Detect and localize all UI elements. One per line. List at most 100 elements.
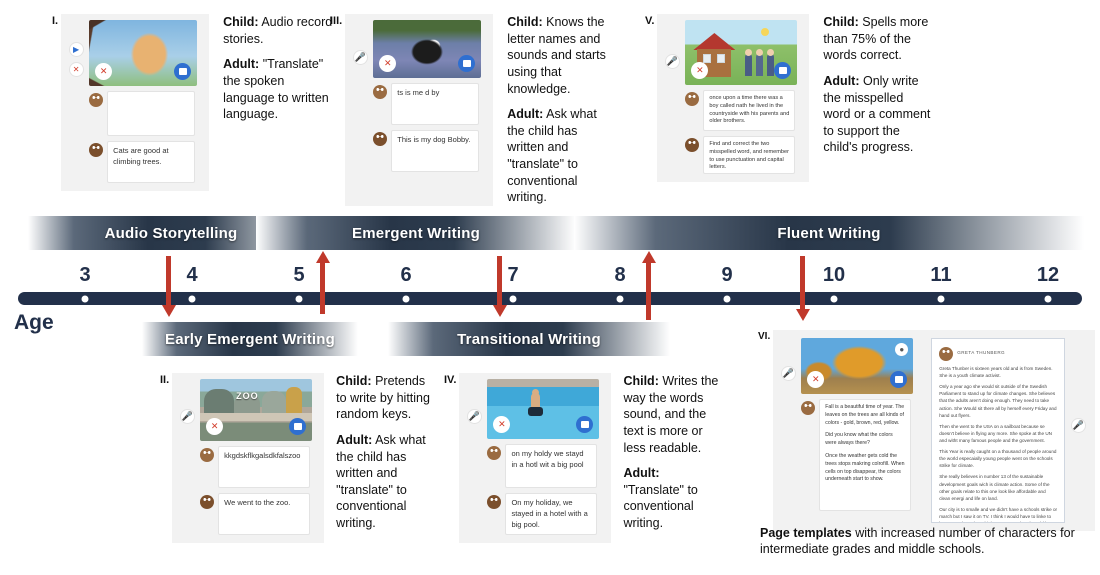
close-icon[interactable]: ✕ — [68, 62, 84, 77]
panel-1-roman: I. — [52, 15, 59, 27]
panel-2-side-rail: 🎤 — [178, 379, 196, 535]
panel-1: I. ▶ ✕ ✕ Cats are good at climbing trees… — [52, 14, 352, 191]
panel-5-app-screenshot: 🎤 ✕ once upon a time there was a boy cal… — [657, 14, 810, 182]
panel-5: V. 🎤 ✕ once upon a time there was a boy … — [645, 14, 965, 182]
microphone-icon[interactable]: 🎤 — [179, 409, 195, 424]
panel-3-note-2: This is my dog Bobby. — [373, 130, 481, 172]
microphone-icon[interactable]: 🎤 — [352, 50, 368, 65]
microphone-icon[interactable]: 🎤 — [466, 409, 482, 424]
tick-label-7: 7 — [507, 264, 519, 286]
panel-4-note-1-text[interactable]: on my holdy we stayd in a hotl wit a big… — [505, 444, 598, 488]
top-band-audio-storytelling-label: Audio Storytelling — [104, 224, 238, 242]
panel-6-greta-p6: Our city is to smalle and we didn't have… — [939, 506, 1058, 522]
panel-6-greta-title: GRETA THUNBERG — [957, 350, 1006, 356]
delete-media-icon[interactable]: ✕ — [206, 418, 224, 435]
panel-2: II. 🎤 ZOO ✕ kkgdskflkgalsdkfalszoo We we… — [160, 373, 450, 543]
tick-8 — [615, 294, 625, 303]
panel-1-adult-label: Adult: — [223, 57, 260, 72]
panel-2-photo-zoo: ZOO ✕ — [200, 379, 313, 441]
panel-3-note-1: ts is me d by — [373, 83, 481, 125]
panel-6-greta-p4: This Year is really caught on a thousand… — [939, 449, 1057, 469]
panel-1-caption: Child: Audio record stories. Adult: "Tra… — [223, 14, 333, 191]
panel-6-fall-note-text[interactable]: Fall is a beautiful time of year. The le… — [819, 399, 912, 511]
transition-arrow-down-2 — [497, 256, 502, 306]
panel-2-caption: Child: Pretends to write by hitting rand… — [336, 373, 432, 543]
panel-4-adult-label: Adult: — [623, 466, 660, 481]
panel-5-photo-house: ✕ — [685, 20, 798, 85]
image-icon[interactable] — [576, 416, 594, 433]
microphone-icon[interactable]: 🎤 — [780, 366, 796, 381]
page-templates-footnote-bold: Page templates — [760, 526, 852, 540]
panel-1-note-1-text[interactable] — [107, 91, 196, 136]
tick-label-11: 11 — [930, 264, 952, 286]
panel-2-note-2: We went to the zoo. — [200, 493, 312, 535]
panel-4-note-2: On my holiday, we stayed in a hotel with… — [487, 493, 599, 535]
panel-2-adult-text: Ask what the child has written and "tran… — [336, 432, 426, 530]
panel-6-greta-p1: Greta Thunber is sixteen years old and i… — [939, 366, 1053, 379]
panel-3: III. 🎤 ✕ ts is me d by This is my dog Bo… — [330, 14, 630, 206]
panel-3-adult-label: Adult: — [507, 107, 544, 122]
tick-7 — [508, 294, 518, 303]
panel-4-note-1: on my holdy we stayd in a hotl wit a big… — [487, 444, 599, 488]
delete-media-icon[interactable]: ✕ — [807, 371, 825, 388]
panel-1-child-label: Child: — [223, 15, 259, 29]
panel-2-roman: II. — [160, 374, 170, 386]
avatar-adult — [200, 495, 215, 509]
transition-arrow-down-3 — [800, 256, 805, 310]
tick-9 — [722, 294, 732, 303]
bottom-band-transitional-writing-label: Transitional Writing — [457, 330, 601, 348]
panel-6-fall-p2: Did you know what the colors were always… — [825, 432, 893, 447]
bottom-band-early-emergent-writing: Early Emergent Writing — [142, 322, 358, 356]
tick-5 — [294, 294, 304, 303]
panel-3-roman: III. — [330, 15, 343, 27]
panel-1-photo-cat: ✕ — [89, 20, 198, 86]
avatar-child — [801, 401, 816, 415]
panel-3-adult-text: Ask what the child has written and "tran… — [507, 107, 597, 205]
panel-5-roman: V. — [645, 15, 655, 27]
top-band-emergent-writing: Emergent Writing — [256, 216, 576, 250]
top-band-fluent-writing: Fluent Writing — [574, 216, 1084, 250]
panel-5-note-1-text[interactable]: once upon a time there was a boy called … — [703, 90, 796, 131]
delete-media-icon[interactable]: ✕ — [379, 55, 397, 72]
age-axis — [18, 292, 1082, 305]
panel-4-app-screenshot: 🎤 ✕ on my holdy we stayd in a hotl wit a… — [459, 373, 612, 543]
play-icon[interactable]: ▶ — [68, 42, 84, 57]
panel-6-greta-p3: Then she went to the USA on a sailboat b… — [939, 423, 1052, 443]
tick-label-8: 8 — [614, 264, 626, 286]
panel-1-note-1 — [89, 91, 197, 136]
avatar-child — [89, 93, 104, 107]
panel-6-fall-note: Fall is a beautiful time of year. The le… — [801, 399, 913, 511]
microphone-icon[interactable]: 🎤 — [1070, 418, 1086, 433]
tick-label-6: 6 — [400, 264, 412, 286]
panel-6-side-rail-left: 🎤 — [779, 338, 797, 523]
panel-5-note-2-text[interactable]: Find and correct the two misspelled word… — [703, 136, 796, 174]
panel-2-note-1-text[interactable]: kkgdskflkgalsdkfalszoo — [218, 446, 311, 488]
tick-label-4: 4 — [186, 264, 198, 286]
panel-6-fall-p3: Once the weather gets cold the trees sto… — [825, 452, 905, 483]
image-icon[interactable] — [458, 55, 476, 72]
panel-1-note-2-text[interactable]: Cats are good at climbing trees. — [107, 141, 196, 183]
panel-4: IV. 🎤 ✕ on my holdy we stayd in a hotl w… — [444, 373, 734, 543]
image-icon[interactable] — [289, 418, 307, 435]
panel-1-note-2: Cats are good at climbing trees. — [89, 141, 197, 183]
avatar-child — [685, 92, 700, 106]
panel-6-greta-document[interactable]: GRETA THUNBERG Greta Thunber is sixteen … — [931, 338, 1066, 523]
image-icon[interactable] — [890, 371, 908, 388]
panel-3-note-1-text[interactable]: ts is me d by — [391, 83, 480, 125]
microphone-icon[interactable]: 🎤 — [664, 54, 680, 69]
panel-5-note-1: once upon a time there was a boy called … — [685, 90, 797, 131]
panel-3-photo-dog: ✕ — [373, 20, 482, 78]
panel-6-app-screenshot-greta: GRETA THUNBERG Greta Thunber is sixteen … — [925, 330, 1096, 531]
image-icon[interactable] — [174, 63, 192, 80]
panel-5-side-rail: 🎤 — [663, 20, 681, 174]
image-icon[interactable] — [774, 62, 792, 79]
comment-icon[interactable]: ● — [895, 343, 909, 356]
panel-2-note-2-text[interactable]: We went to the zoo. — [218, 493, 311, 535]
panel-3-note-2-text[interactable]: This is my dog Bobby. — [391, 130, 480, 172]
panel-4-note-2-text[interactable]: On my holiday, we stayed in a hotel with… — [505, 493, 598, 535]
delete-media-icon[interactable]: ✕ — [493, 416, 511, 433]
page-templates-footnote: Page templates with increased number of … — [760, 525, 1095, 558]
bottom-band-transitional-writing: Transitional Writing — [388, 322, 670, 356]
tick-label-10: 10 — [822, 264, 846, 286]
delete-media-icon[interactable]: ✕ — [95, 63, 113, 80]
